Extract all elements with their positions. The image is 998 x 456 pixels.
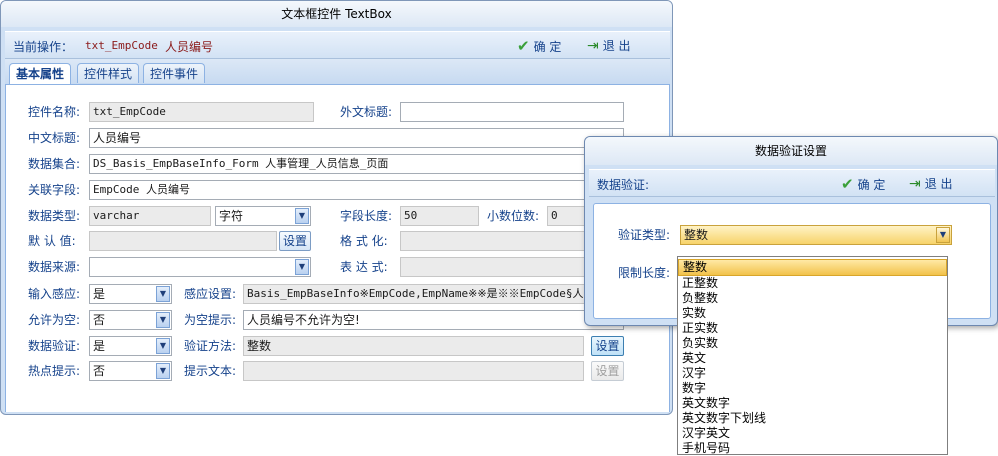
dialog-confirm-button[interactable]: ✔ 确 定 (841, 175, 885, 193)
control-name-field: txt_EmpCode (89, 102, 314, 122)
main-toolbar: 当前操作： txt_EmpCode 人员编号 ✔ 确 定 ⇥ 退 出 (5, 31, 670, 59)
verify-type-dropdown: 整数 正整数 负整数 实数 正实数 负实数 英文 汉字 数字 英文数字 英文数字下划线 汉字英文 手机号… (677, 256, 948, 455)
validate-method-field: 整数 (243, 336, 584, 356)
dialog-title: 数据验证设置 (585, 137, 997, 165)
dropdown-option[interactable]: 负整数 (678, 291, 947, 306)
dialog-toolbar: 数据验证: ✔ 确 定 ⇥ 退 出 (589, 169, 995, 197)
check-icon: ✔ (517, 37, 530, 55)
dropdown-option[interactable]: 英文数字下划线 (678, 411, 947, 426)
validate-settings-button[interactable]: 设置 (591, 336, 624, 356)
dataset-field[interactable]: DS_Basis_EmpBaseInfo_Form 人事管理_人员信息_页面 (89, 154, 624, 174)
dialog-exit-label: 退 出 (924, 177, 953, 191)
tab-basic[interactable]: 基本属性 (9, 63, 72, 84)
cn-title-label: 中文标题: (28, 131, 81, 145)
control-name-label: 控件名称: (28, 105, 81, 119)
verify-type-options: 整数 正整数 负整数 实数 正实数 负实数 英文 汉字 数字 英文数字 英文数字下划线 汉字英文 手机号… (678, 259, 947, 456)
length-label: 字段长度: (340, 209, 393, 223)
chevron-down-icon: ▼ (156, 312, 170, 328)
current-op-name: 人员编号 (165, 40, 214, 54)
hotspot-select[interactable]: 否 ▼ (89, 361, 172, 381)
hint-text-field (243, 361, 584, 381)
tab-strip: 基本属性 控件样式 控件事件 (5, 59, 670, 85)
datatype-select[interactable]: 字符 ▼ (215, 206, 311, 226)
dropdown-option[interactable]: 实数 (678, 306, 947, 321)
dropdown-option[interactable]: 英文数字 (678, 396, 947, 411)
chevron-down-icon: ▼ (156, 286, 170, 302)
dropdown-option[interactable]: 整数 (678, 259, 947, 276)
dropdown-option[interactable]: 汉字英文 (678, 426, 947, 441)
tab-style[interactable]: 控件样式 (77, 63, 140, 83)
dataset-label: 数据集合: (28, 157, 81, 171)
length-field: 50 (400, 206, 479, 226)
chevron-down-icon: ▼ (156, 338, 170, 354)
field-field[interactable]: EmpCode 人员编号 (89, 180, 624, 200)
format-label: 格 式 化: (340, 234, 388, 248)
verify-type-value: 整数 (684, 228, 709, 242)
sense-setting-field: Basis_EmpBaseInfo※EmpCode,EmpName※※是※※Em… (243, 284, 624, 304)
dropdown-option[interactable]: 数字 (678, 381, 947, 396)
verify-type-label: 验证类型: (618, 228, 671, 242)
validate-method-label: 验证方法: (184, 339, 237, 353)
field-label: 关联字段: (28, 183, 81, 197)
dialog-exit-button[interactable]: ⇥ 退 出 (909, 175, 953, 192)
exit-icon: ⇥ (909, 175, 921, 192)
main-window: 文本框控件 TextBox 当前操作： txt_EmpCode 人员编号 ✔ 确… (0, 0, 673, 415)
verify-type-select[interactable]: 整数 ▼ (680, 225, 952, 245)
empty-hint-label: 为空提示: (184, 313, 237, 327)
chevron-down-icon: ▼ (295, 208, 309, 224)
default-label: 默 认 值: (28, 234, 76, 248)
hint-settings-button[interactable]: 设置 (591, 361, 624, 381)
foreign-title-label: 外文标题: (340, 105, 393, 119)
input-sense-value: 是 (93, 287, 106, 301)
dropdown-option[interactable]: 正实数 (678, 321, 947, 336)
datatype-select-value: 字符 (219, 209, 244, 223)
expr-label: 表 达 式: (340, 260, 388, 274)
current-op-label: 当前操作： (13, 40, 74, 54)
input-sense-select[interactable]: 是 ▼ (89, 284, 172, 304)
chevron-down-icon: ▼ (156, 363, 170, 379)
validate-select[interactable]: 是 ▼ (89, 336, 172, 356)
dropdown-option[interactable]: 手机号码 (678, 441, 947, 456)
dropdown-option[interactable]: 汉字 (678, 366, 947, 381)
dialog-toolbar-label: 数据验证: (597, 178, 650, 192)
exit-icon: ⇥ (587, 37, 599, 54)
source-select[interactable]: ▼ (89, 257, 311, 277)
cn-title-field[interactable]: 人员编号 (89, 128, 624, 148)
allow-empty-value: 否 (93, 313, 106, 327)
confirm-button[interactable]: ✔ 确 定 (517, 37, 561, 55)
exit-label: 退 出 (602, 39, 631, 53)
form-panel: 控件名称: txt_EmpCode 外文标题: 中文标题: 人员编号 数据集合:… (5, 85, 670, 412)
exit-button[interactable]: ⇥ 退 出 (587, 37, 631, 54)
confirm-label: 确 定 (533, 39, 562, 54)
decimals-label: 小数位数: (487, 209, 540, 223)
hint-text-label: 提示文本: (184, 364, 237, 378)
chevron-down-icon: ▼ (295, 259, 309, 275)
empty-hint-field[interactable]: 人员编号不允许为空! (243, 310, 624, 330)
foreign-title-field[interactable] (400, 102, 624, 122)
validate-label: 数据验证: (28, 339, 81, 353)
dropdown-option[interactable]: 负实数 (678, 336, 947, 351)
hotspot-label: 热点提示: (28, 364, 81, 378)
hotspot-value: 否 (93, 364, 106, 378)
check-icon: ✔ (841, 175, 854, 193)
dropdown-option[interactable]: 正整数 (678, 276, 947, 291)
allow-empty-label: 允许为空: (28, 313, 81, 327)
current-op-control: txt_EmpCode (85, 39, 158, 52)
allow-empty-select[interactable]: 否 ▼ (89, 310, 172, 330)
source-label: 数据来源: (28, 260, 81, 274)
input-sense-label: 输入感应: (28, 287, 81, 301)
default-settings-button[interactable]: 设置 (279, 231, 311, 251)
datatype-label: 数据类型: (28, 209, 81, 223)
sense-setting-label: 感应设置: (184, 287, 237, 301)
dialog-confirm-label: 确 定 (857, 177, 886, 192)
default-field (89, 231, 277, 251)
validate-value: 是 (93, 339, 106, 353)
datatype-field: varchar (89, 206, 211, 226)
tab-events[interactable]: 控件事件 (143, 63, 206, 83)
limit-length-label: 限制长度: (618, 266, 671, 280)
main-title: 文本框控件 TextBox (1, 1, 672, 27)
chevron-down-icon: ▼ (936, 227, 950, 243)
dropdown-option[interactable]: 英文 (678, 351, 947, 366)
